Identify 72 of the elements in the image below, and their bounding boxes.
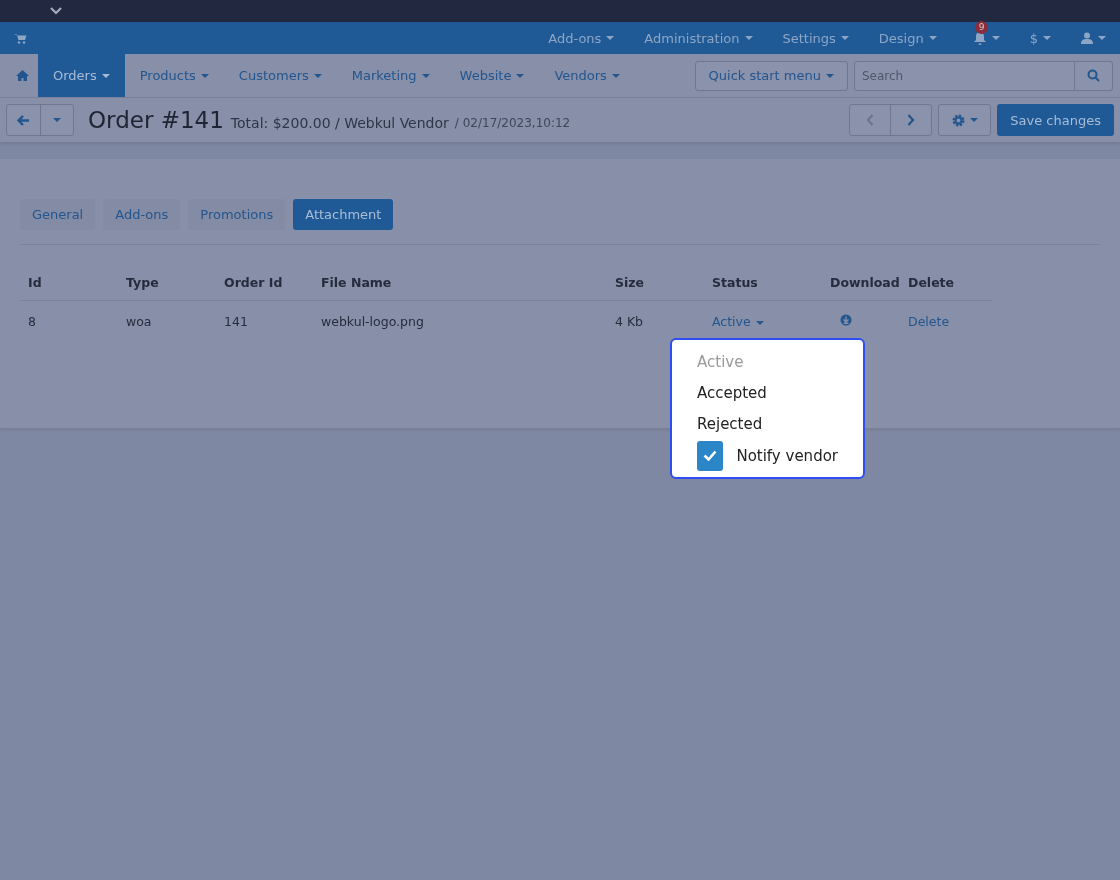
search-field[interactable]: Search [854,60,1075,91]
column-header: Order Id [224,275,283,290]
order-date: / 02/17/2023,10:12 [454,115,571,130]
caret-icon [606,36,615,40]
caret-icon [313,73,322,78]
column-header: File Name [321,275,392,290]
order-total: Total: $200.00 / Webkul Vendor [230,113,449,131]
status-option: Active [672,346,863,377]
notification-count: 9 [974,21,989,34]
caret-icon [840,36,849,40]
column-header: Size [615,275,645,290]
caret-icon [755,320,764,325]
caret-icon [516,73,525,78]
settings-icon[interactable] [951,113,965,127]
table-cell: 141 [224,314,248,329]
chevron-down-icon[interactable] [50,7,62,15]
nav-tab[interactable]: Marketing [336,54,445,97]
table-cell: webkul-logo.png [321,314,424,329]
search-icon [1087,69,1100,82]
next-icon[interactable] [907,114,916,126]
nav-tab[interactable]: Website [444,54,540,97]
search-button[interactable] [1075,60,1113,91]
nav-tab[interactable]: Customers [223,54,337,97]
section-tab[interactable]: Attachment [293,199,394,230]
nav-tab[interactable]: Orders [38,54,125,97]
menu-link[interactable]: Add-ons [548,30,615,46]
table-cell: 4 Kb [615,314,644,329]
quick-start-menu-button[interactable]: Quick start menu [694,60,848,91]
menu-link[interactable]: Design [878,30,937,46]
caret-icon [928,36,937,40]
nav-tab[interactable]: Products [124,54,224,97]
caret-icon [53,118,61,122]
caret-icon [200,73,209,78]
menu-link[interactable]: Settings [782,30,849,46]
previous-icon[interactable] [866,114,875,126]
delete-link[interactable]: Delete [908,314,950,329]
column-header: Id [28,275,42,290]
caret-icon [421,73,430,78]
status-option[interactable]: Rejected [672,408,863,439]
column-header: Delete [908,275,955,290]
caret-icon [969,118,978,122]
bell-icon[interactable] [972,31,987,45]
table-cell: woa [126,314,152,329]
user-icon[interactable] [1081,32,1093,44]
home-icon[interactable] [15,70,29,81]
checkmark-icon [703,450,718,461]
caret-icon [101,73,110,78]
checkbox-label: Notify vendor [736,446,838,465]
caret-icon [744,36,753,40]
column-header: Download [830,275,900,290]
column-header: Status [712,275,758,290]
section-tab[interactable]: Promotions [188,199,286,230]
caret-icon [1043,36,1051,40]
download-icon[interactable] [840,314,852,326]
caret-icon [611,73,620,78]
order-title: Order #141 [88,107,224,133]
nav-tab[interactable]: Vendors [539,54,635,97]
caret-icon [826,73,834,78]
column-header: Type [126,275,159,290]
cart-icon[interactable] [14,32,27,44]
section-tab[interactable]: General [20,199,96,230]
caret-icon [991,36,1000,40]
checkbox[interactable] [697,440,724,471]
back-arrow-icon[interactable] [17,114,30,126]
section-tab[interactable]: Add-ons [103,199,181,230]
menu-link[interactable]: Administration [644,30,753,46]
status-option[interactable]: Accepted [672,377,863,408]
caret-icon [1098,36,1106,40]
save-changes-button[interactable]: Save changes [997,104,1114,136]
status-dropdown-link[interactable]: Active [712,314,764,329]
currency-menu[interactable]: $ [1029,30,1051,46]
table-cell: 8 [28,314,36,329]
